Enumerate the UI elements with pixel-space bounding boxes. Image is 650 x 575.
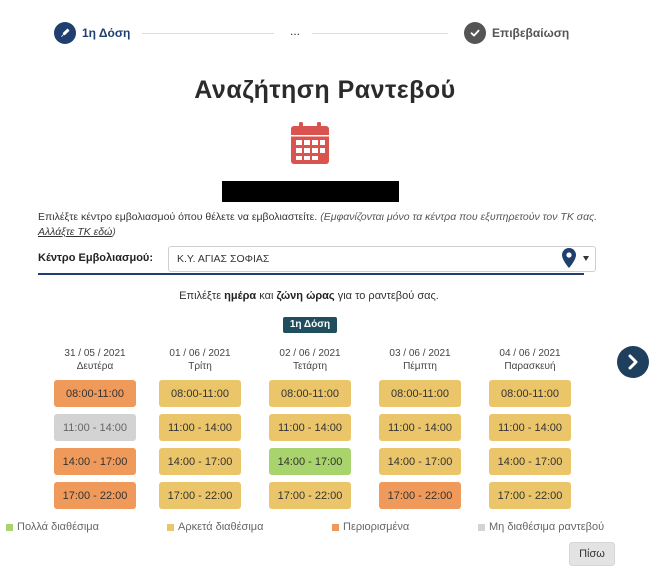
check-circle-icon <box>464 22 486 44</box>
time-slot-enough[interactable]: 14:00 - 17:00 <box>159 448 241 475</box>
day-date: 02 / 06 / 2021 <box>279 348 341 359</box>
time-slot-limited[interactable]: 08:00-11:00 <box>54 380 136 407</box>
progress-stepper: 1η Δόση ... Επιβεβαίωση <box>0 20 650 46</box>
day-date: 31 / 05 / 2021 <box>64 348 126 359</box>
back-button[interactable]: Πίσω <box>569 542 615 566</box>
calendar-icon <box>291 122 329 164</box>
legend-swatch <box>478 523 485 531</box>
legend-swatch <box>167 523 174 531</box>
time-slot-limited[interactable]: 17:00 - 22:00 <box>54 482 136 509</box>
instructions-text: Επιλέξτε κέντρο εμβολιασμού όπου θέλετε … <box>38 210 598 240</box>
vaccination-center-row: Κέντρο Εμβολιασμού: Κ.Υ. ΑΓΙΑΣ ΣΟΦΙΑΣ <box>38 246 596 275</box>
time-slot-enough[interactable]: 14:00 - 17:00 <box>489 448 571 475</box>
dose-badge: 1η Δόση <box>283 317 337 333</box>
syringe-icon <box>54 22 76 44</box>
next-days-button[interactable] <box>617 346 649 378</box>
time-slot-enough[interactable]: 17:00 - 22:00 <box>269 482 351 509</box>
time-slot-enough[interactable]: 11:00 - 14:00 <box>269 414 351 441</box>
availability-legend: Πολλά διαθέσιμα Αρκετά διαθέσιμα Περιορι… <box>0 521 650 535</box>
time-slot-none: 11:00 - 14:00 <box>54 414 136 441</box>
time-slot-enough[interactable]: 11:00 - 14:00 <box>379 414 461 441</box>
legend-item-enough: Αρκετά διαθέσιμα <box>167 521 263 533</box>
step-ellipsis: ... <box>290 24 301 38</box>
change-postal-code-link[interactable]: Αλλάξτε ΤΚ εδώ <box>38 226 112 238</box>
day-name: Παρασκευή <box>504 361 556 372</box>
legend-item-many: Πολλά διαθέσιμα <box>6 521 99 533</box>
day-name: Πέμπτη <box>403 361 437 372</box>
vaccination-center-label: Κέντρο Εμβολιασμού: <box>38 252 153 264</box>
day-header: 03 / 06 / 2021 Πέμπτη <box>375 347 465 373</box>
step-2-label: Επιβεβαίωση <box>492 26 570 40</box>
caret-down-icon <box>583 256 589 261</box>
legend-item-limited: Περιορισμένα <box>332 521 409 533</box>
map-pin-icon[interactable] <box>562 248 576 268</box>
day-date: 03 / 06 / 2021 <box>389 348 451 359</box>
time-slot-limited[interactable]: 14:00 - 17:00 <box>54 448 136 475</box>
day-header: 01 / 06 / 2021 Τρίτη <box>155 347 245 373</box>
time-slot-enough[interactable]: 08:00-11:00 <box>159 380 241 407</box>
step-1-label: 1η Δόση <box>82 26 131 40</box>
time-slot-enough[interactable]: 11:00 - 14:00 <box>159 414 241 441</box>
step-divider <box>142 33 274 34</box>
center-underline <box>38 273 584 275</box>
day-zone-prompt: Επιλέξτε ημέρα και ζώνη ώρας για το ραντ… <box>179 290 439 302</box>
day-date: 04 / 06 / 2021 <box>499 348 561 359</box>
time-slot-limited[interactable]: 17:00 - 22:00 <box>379 482 461 509</box>
vaccination-center-selected: Κ.Υ. ΑΓΙΑΣ ΣΟΦΙΑΣ <box>177 253 270 265</box>
time-slot-enough[interactable]: 17:00 - 22:00 <box>159 482 241 509</box>
time-slot-enough[interactable]: 17:00 - 22:00 <box>489 482 571 509</box>
legend-swatch <box>332 523 339 531</box>
chevron-right-icon <box>628 354 638 370</box>
day-header: 31 / 05 / 2021 Δευτέρα <box>50 347 140 373</box>
time-slot-enough[interactable]: 11:00 - 14:00 <box>489 414 571 441</box>
legend-item-none: Μη διαθέσιμα ραντεβού <box>478 521 604 533</box>
time-slot-enough[interactable]: 08:00-11:00 <box>489 380 571 407</box>
legend-swatch <box>6 523 13 531</box>
redacted-user-info <box>222 181 399 202</box>
day-header: 04 / 06 / 2021 Παρασκευή <box>485 347 575 373</box>
step-divider <box>312 33 448 34</box>
day-name: Τρίτη <box>188 361 212 372</box>
page-title: Αναζήτηση Ραντεβού <box>194 76 456 104</box>
time-slot-enough[interactable]: 08:00-11:00 <box>379 380 461 407</box>
day-header: 02 / 06 / 2021 Τετάρτη <box>265 347 355 373</box>
vaccination-center-select[interactable]: Κ.Υ. ΑΓΙΑΣ ΣΟΦΙΑΣ <box>168 246 596 272</box>
day-name: Τετάρτη <box>292 361 328 372</box>
time-slot-enough[interactable]: 08:00-11:00 <box>269 380 351 407</box>
day-name: Δευτέρα <box>76 361 114 372</box>
time-slot-many[interactable]: 14:00 - 17:00 <box>269 448 351 475</box>
time-slot-enough[interactable]: 14:00 - 17:00 <box>379 448 461 475</box>
day-date: 01 / 06 / 2021 <box>169 348 231 359</box>
instructions-main: Επιλέξτε κέντρο εμβολιασμού όπου θέλετε … <box>38 211 321 223</box>
